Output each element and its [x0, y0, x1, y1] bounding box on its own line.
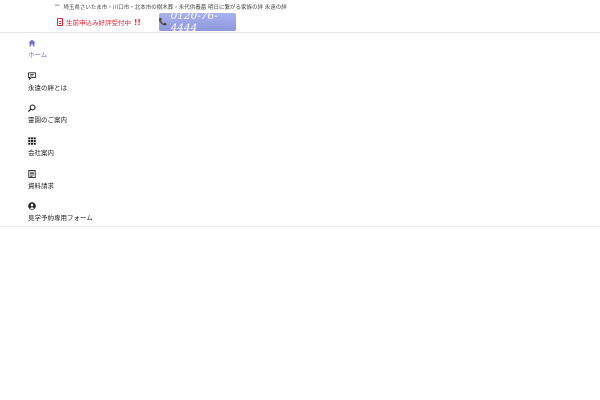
site-logo-icon[interactable]: ❞❞ [55, 4, 60, 10]
page: ❞❞ 埼玉県さいたま市・川口市・北本市の樹木葬・永代供養墓 明日に繋がる家族の絆… [0, 0, 600, 400]
nav-item-label: 会社案内 [28, 149, 54, 157]
nav-bottom-divider [0, 226, 600, 227]
nav-item-cemetery-guide[interactable]: 霊園のご案内 [28, 104, 148, 124]
site-header: ❞❞ 埼玉県さいたま市・川口市・北本市の樹木葬・永代供養墓 明日に繋がる家族の絆… [0, 0, 600, 34]
phone-call-button[interactable]: 📞 0120-76-4444 [158, 10, 236, 34]
speech-bubble-icon [28, 72, 36, 80]
user-circle-icon [28, 202, 36, 210]
nav-item-tour-reservation[interactable]: 見学予約専用フォーム [28, 202, 148, 222]
home-icon [28, 39, 36, 47]
application-form-icon [57, 18, 63, 26]
search-icon [28, 104, 36, 112]
document-icon [28, 170, 36, 178]
grid-icon [28, 137, 36, 145]
nav-item-label: 資料請求 [28, 182, 54, 190]
reservation-banner[interactable]: 生前申込み好評受付中 !! [57, 17, 141, 27]
nav-item-home[interactable]: ホーム [28, 39, 148, 59]
nav-item-label: ホーム [28, 51, 48, 59]
nav-item-brochure-request[interactable]: 資料請求 [28, 170, 148, 190]
phone-icon: 📞 [158, 18, 168, 26]
reservation-text: 生前申込み好評受付中 [66, 19, 131, 27]
nav-item-company[interactable]: 会社案内 [28, 137, 148, 157]
nav-item-about[interactable]: 永遠の絆とは [28, 72, 148, 92]
nav-item-label: 永遠の絆とは [28, 84, 67, 92]
header-cta-row: 生前申込み好評受付中 !! 📞 0120-76-4444 [57, 10, 236, 34]
reservation-exclamation: !! [134, 17, 141, 27]
phone-number: 0120-76-4444 [170, 10, 218, 34]
nav-item-label: 見学予約専用フォーム [28, 214, 93, 222]
nav-item-label: 霊園のご案内 [28, 116, 67, 124]
